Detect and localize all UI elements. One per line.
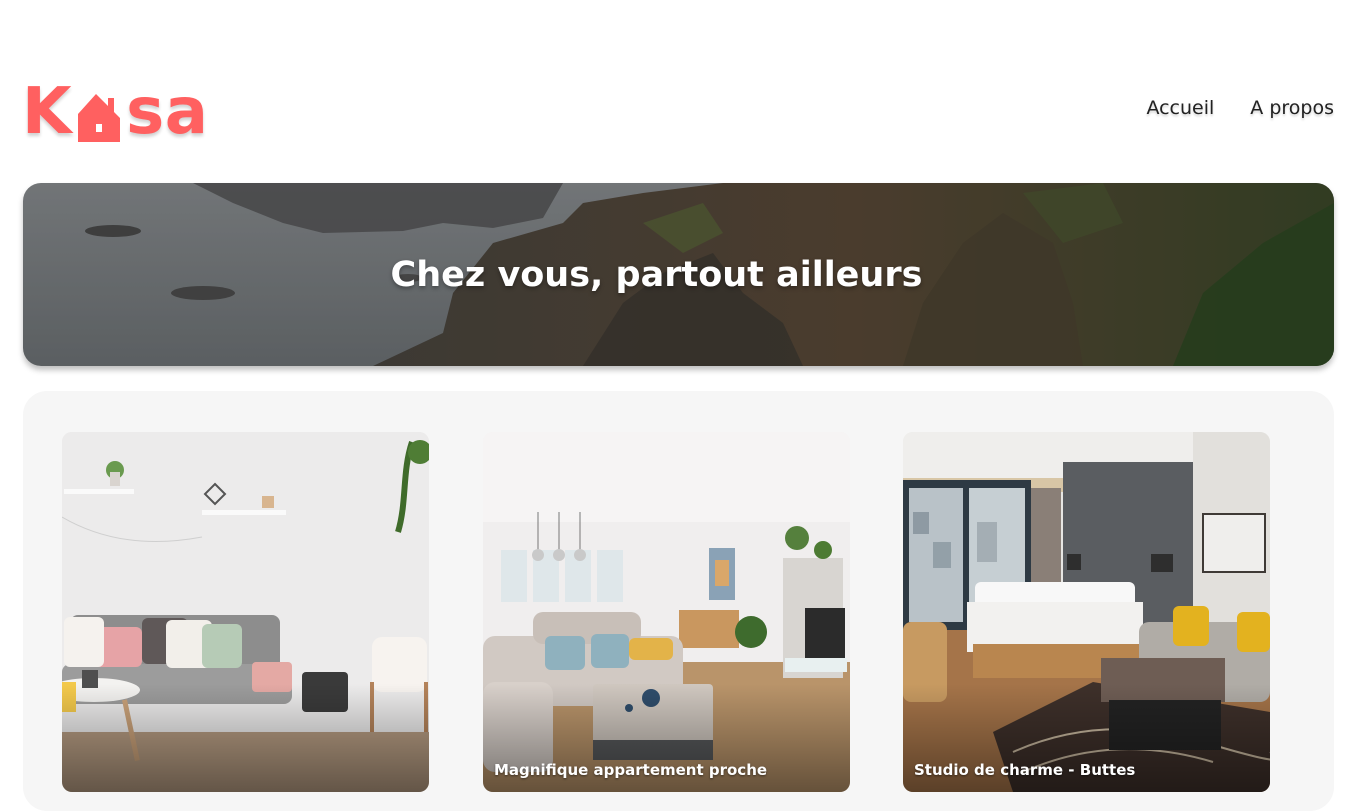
card-title: Magnifique appartement proche bbox=[494, 761, 768, 780]
card-shade bbox=[483, 432, 850, 792]
nav-link-accueil[interactable]: Accueil bbox=[1146, 97, 1214, 119]
property-card[interactable]: Studio de charme - Buttes bbox=[903, 432, 1270, 792]
main-nav: Accueil A propos bbox=[1146, 97, 1334, 119]
header: K sa Accueil A propos bbox=[0, 0, 1366, 160]
property-card[interactable]: Magnifique appartement proche bbox=[483, 432, 850, 792]
kasa-logo[interactable]: K sa bbox=[22, 74, 208, 144]
house-icon bbox=[74, 80, 124, 144]
banner-title: Chez vous, partout ailleurs bbox=[390, 254, 923, 295]
hero-banner: Chez vous, partout ailleurs bbox=[23, 183, 1334, 366]
logo-letter-k: K bbox=[22, 75, 73, 149]
property-card[interactable] bbox=[62, 432, 429, 792]
card-shade bbox=[62, 432, 429, 792]
gallery: Magnifique appartement proche Studio de … bbox=[23, 391, 1334, 811]
card-title: Studio de charme - Buttes bbox=[914, 761, 1136, 780]
nav-link-a-propos[interactable]: A propos bbox=[1250, 97, 1334, 119]
card-shade bbox=[903, 432, 1270, 792]
logo-letters-sa: sa bbox=[126, 75, 209, 149]
